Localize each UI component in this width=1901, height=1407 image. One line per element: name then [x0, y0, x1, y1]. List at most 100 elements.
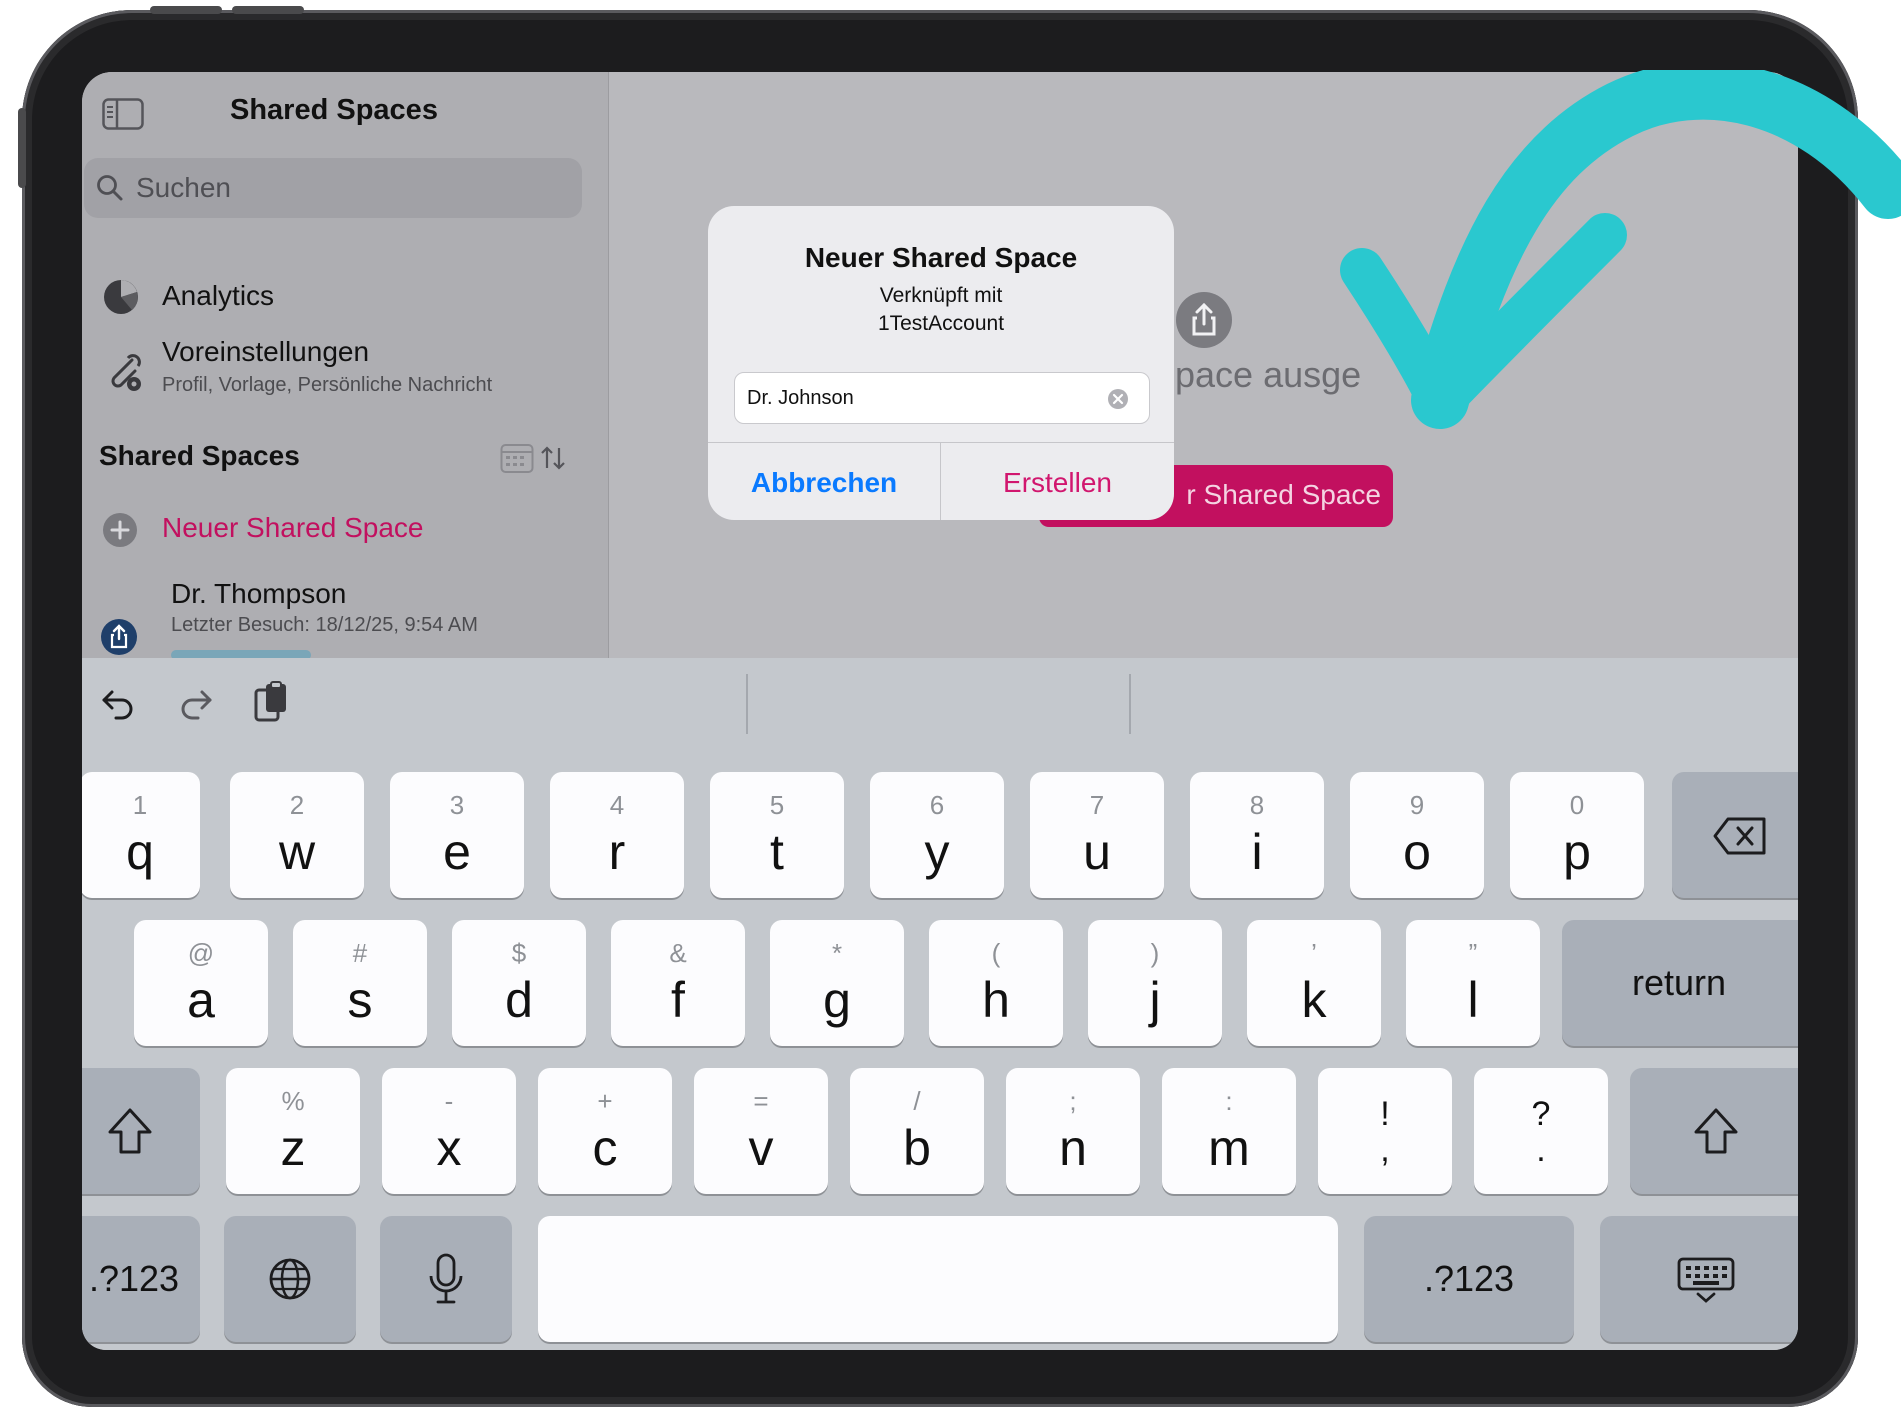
key-primary: o — [1403, 824, 1431, 880]
clear-icon[interactable] — [1107, 388, 1129, 410]
key-c[interactable]: + c — [538, 1068, 672, 1194]
key-secondary: ) — [1150, 938, 1160, 968]
key-secondary: - — [444, 1086, 454, 1116]
key-secondary: # — [352, 938, 368, 968]
key-primary: . — [1536, 1131, 1546, 1169]
key-secondary: = — [753, 1086, 769, 1116]
key-primary: q — [126, 824, 154, 880]
key-v[interactable]: = v — [694, 1068, 828, 1194]
key-z[interactable]: % z — [226, 1068, 360, 1194]
divider — [746, 674, 748, 734]
key-secondary: * — [831, 938, 843, 968]
key-k[interactable]: ’ k — [1247, 920, 1381, 1046]
key-primary: u — [1083, 824, 1111, 880]
sidebar-item-settings[interactable]: Voreinstellungen Profil, Vorlage, Persön… — [82, 334, 608, 404]
new-shared-space-item[interactable]: Neuer Shared Space — [82, 504, 608, 556]
cancel-button[interactable]: Abbrechen — [708, 443, 940, 520]
share-icon — [1176, 292, 1232, 348]
key-primary: x — [436, 1120, 462, 1176]
name-input[interactable]: Dr. Johnson — [734, 372, 1150, 424]
sort-icon[interactable] — [540, 444, 566, 472]
shift-icon — [1692, 1106, 1740, 1156]
shift-key-right[interactable] — [1630, 1068, 1798, 1194]
key-g[interactable]: * g — [770, 920, 904, 1046]
return-key[interactable]: return — [1562, 920, 1798, 1046]
search-field[interactable]: Suchen — [84, 158, 582, 218]
key-a[interactable]: @ a — [134, 920, 268, 1046]
sidebar-item-label: Voreinstellungen — [162, 336, 370, 367]
key-primary: y — [924, 824, 950, 880]
sidebar-item-label: Analytics — [162, 280, 275, 311]
key-primary: i — [1251, 824, 1263, 880]
key-w[interactable]: 2w — [230, 772, 364, 898]
key-t[interactable]: 5t — [710, 772, 844, 898]
shift-key-left[interactable] — [82, 1068, 200, 1194]
hide-keyboard-key[interactable] — [1600, 1216, 1798, 1342]
key-j[interactable]: ) j — [1088, 920, 1222, 1046]
key-o[interactable]: 9o — [1350, 772, 1484, 898]
key-comma[interactable]: !, — [1318, 1068, 1452, 1194]
key-i[interactable]: 8i — [1190, 772, 1324, 898]
key-r[interactable]: 4r — [550, 772, 684, 898]
key-secondary: 9 — [1409, 790, 1425, 820]
annotation-arrow-icon — [1340, 70, 1901, 429]
clipboard-icon[interactable] — [252, 680, 292, 726]
key-d[interactable]: $ d — [452, 920, 586, 1046]
key-u[interactable]: 7u — [1030, 772, 1164, 898]
list-item[interactable]: Dr. Thompson Letzter Besuch: 18/12/25, 9… — [82, 568, 608, 660]
key-p[interactable]: 0p — [1510, 772, 1644, 898]
numbers-key-right[interactable]: .?123 — [1364, 1216, 1574, 1342]
sidebar-toggle-icon[interactable] — [102, 98, 144, 130]
delete-key[interactable] — [1672, 772, 1798, 898]
key-period[interactable]: ?. — [1474, 1068, 1608, 1194]
calendar-icon[interactable] — [500, 442, 534, 474]
sidebar-item-subtitle: Profil, Vorlage, Persönliche Nachricht — [162, 374, 493, 396]
search-input[interactable]: Suchen — [136, 172, 231, 204]
undo-icon[interactable] — [98, 684, 138, 724]
cancel-label: Abbrechen — [750, 467, 898, 498]
key-primary: s — [347, 972, 373, 1028]
key-primary: a — [187, 972, 215, 1028]
globe-key[interactable] — [224, 1216, 356, 1342]
key-primary: p — [1563, 824, 1591, 880]
redo-icon[interactable] — [176, 684, 216, 724]
key-e[interactable]: 3e — [390, 772, 524, 898]
key-secondary: 3 — [449, 790, 465, 820]
key-primary: c — [592, 1120, 618, 1176]
key-x[interactable]: -x — [382, 1068, 516, 1194]
key-secondary: / — [913, 1086, 921, 1116]
numbers-key-left[interactable]: .?123 — [82, 1216, 200, 1342]
key-l[interactable]: ” l — [1406, 920, 1540, 1046]
dictation-key[interactable] — [380, 1216, 512, 1342]
name-input-value: Dr. Johnson — [747, 387, 854, 409]
key-n[interactable]: ; n — [1006, 1068, 1140, 1194]
key-q[interactable]: 1q — [82, 772, 200, 898]
space-key[interactable] — [538, 1216, 1338, 1342]
key-primary: b — [903, 1120, 931, 1176]
key-primary: w — [278, 824, 316, 880]
key-secondary: ( — [991, 938, 1001, 968]
key-y[interactable]: 6y — [870, 772, 1004, 898]
create-button[interactable]: Erstellen — [941, 443, 1174, 520]
key-secondary: 7 — [1089, 790, 1105, 820]
dialog-title: Neuer Shared Space — [804, 242, 1078, 273]
key-s[interactable]: # s — [293, 920, 427, 1046]
key-f[interactable]: & f — [611, 920, 745, 1046]
key-secondary: 4 — [609, 790, 625, 820]
key-primary: m — [1208, 1120, 1250, 1176]
shortcut-bar — [82, 658, 1798, 758]
list-item-subtitle: Letzter Besuch: 18/12/25, 9:54 AM — [171, 614, 478, 636]
key-primary: , — [1380, 1131, 1390, 1169]
side-button — [18, 108, 26, 188]
key-primary: f — [671, 972, 685, 1028]
keyboard-hide-icon — [1676, 1256, 1736, 1304]
sidebar-item-analytics[interactable]: Analytics — [82, 268, 608, 324]
key-secondary: $ — [511, 938, 527, 968]
key-primary: v — [748, 1120, 774, 1176]
key-h[interactable]: (h — [929, 920, 1063, 1046]
dialog-message: 1TestAccount — [877, 312, 1005, 335]
key-b[interactable]: / b — [850, 1068, 984, 1194]
pie-chart-icon — [102, 278, 140, 316]
key-m[interactable]: :m — [1162, 1068, 1296, 1194]
keyboard: 1q 2w 3e 4r 5t 6y 7u 8i 9o 0p @ a # s $ d &… — [82, 658, 1798, 1350]
